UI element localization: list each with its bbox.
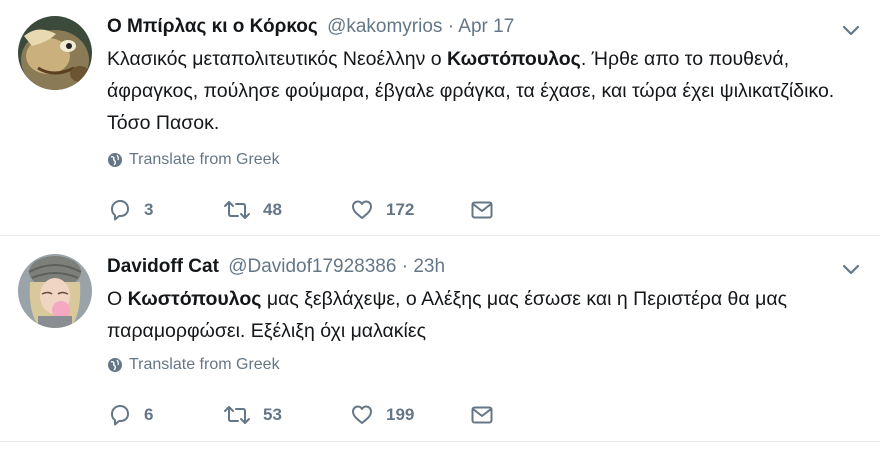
chevron-down-icon [842, 264, 860, 275]
translate-link[interactable]: Translate from Greek [107, 151, 280, 169]
cartoon-avatar-icon [18, 16, 92, 90]
direct-message-button[interactable] [470, 197, 494, 223]
avatar[interactable] [18, 254, 92, 328]
retweet-button[interactable]: 48 [223, 197, 282, 223]
display-name[interactable]: Ο Μπίρλας κι ο Κόρκος [107, 16, 318, 37]
envelope-icon [471, 201, 493, 219]
tweet-header: Davidoff Cat @Davidof17928386 · 23h [107, 255, 840, 279]
heart-icon [352, 200, 372, 219]
heart-icon [352, 405, 372, 424]
reply-icon [111, 405, 129, 426]
tweet[interactable]: Ο Μπίρλας κι ο Κόρκος @kakomyrios · Apr … [0, 0, 880, 236]
retweet-icon [224, 406, 250, 424]
globe-icon [108, 153, 122, 167]
like-count: 172 [386, 200, 415, 219]
user-handle[interactable]: @kakomyrios [327, 16, 442, 37]
retweet-button[interactable]: 53 [223, 402, 282, 428]
separator: · [401, 256, 409, 277]
retweet-count: 48 [263, 200, 282, 219]
woman-bubblegum-avatar-icon [18, 254, 92, 328]
avatar[interactable] [18, 16, 92, 90]
reply-button[interactable]: 6 [108, 402, 153, 428]
user-handle[interactable]: @Davidof17928386 [228, 256, 396, 277]
chevron-down-icon [842, 25, 860, 36]
tweet-header: Ο Μπίρλας κι ο Κόρκος @kakomyrios · Apr … [107, 15, 840, 39]
retweet-icon [224, 201, 250, 219]
like-button[interactable]: 199 [350, 402, 414, 428]
reply-count: 6 [144, 405, 154, 424]
translate-link[interactable]: Translate from Greek [107, 356, 280, 374]
tweet[interactable]: Davidoff Cat @Davidof17928386 · 23h Ο Κω… [0, 237, 880, 442]
tweet-text: Ο Κωστόπουλος μας ξεβλάχεψε, ο Αλέξης μα… [107, 288, 787, 342]
more-menu-button[interactable] [840, 20, 862, 42]
timestamp[interactable]: Apr 17 [458, 16, 514, 37]
bold-keyword: Κωστόπουλος [127, 288, 262, 310]
reply-count: 3 [144, 200, 154, 219]
tweet-actions: 6 53 199 [108, 402, 508, 428]
translate-label: Translate from Greek [129, 151, 280, 168]
like-button[interactable]: 172 [350, 197, 414, 223]
reply-button[interactable]: 3 [108, 197, 153, 223]
globe-icon [108, 358, 122, 372]
envelope-icon [471, 406, 493, 424]
separator: · [447, 16, 455, 37]
tweet-text: Κλασικός μεταπολιτευτικός Νεοέλλην ο Κωσ… [107, 48, 835, 134]
retweet-count: 53 [263, 405, 282, 424]
more-menu-button[interactable] [840, 259, 862, 281]
timestamp[interactable]: 23h [413, 256, 445, 277]
bold-keyword: Κωστόπουλος [447, 48, 581, 70]
translate-label: Translate from Greek [129, 356, 280, 373]
like-count: 199 [386, 405, 415, 424]
display-name[interactable]: Davidoff Cat [107, 256, 219, 277]
direct-message-button[interactable] [470, 402, 494, 428]
tweet-actions: 3 48 172 [108, 197, 508, 223]
reply-icon [111, 200, 129, 221]
